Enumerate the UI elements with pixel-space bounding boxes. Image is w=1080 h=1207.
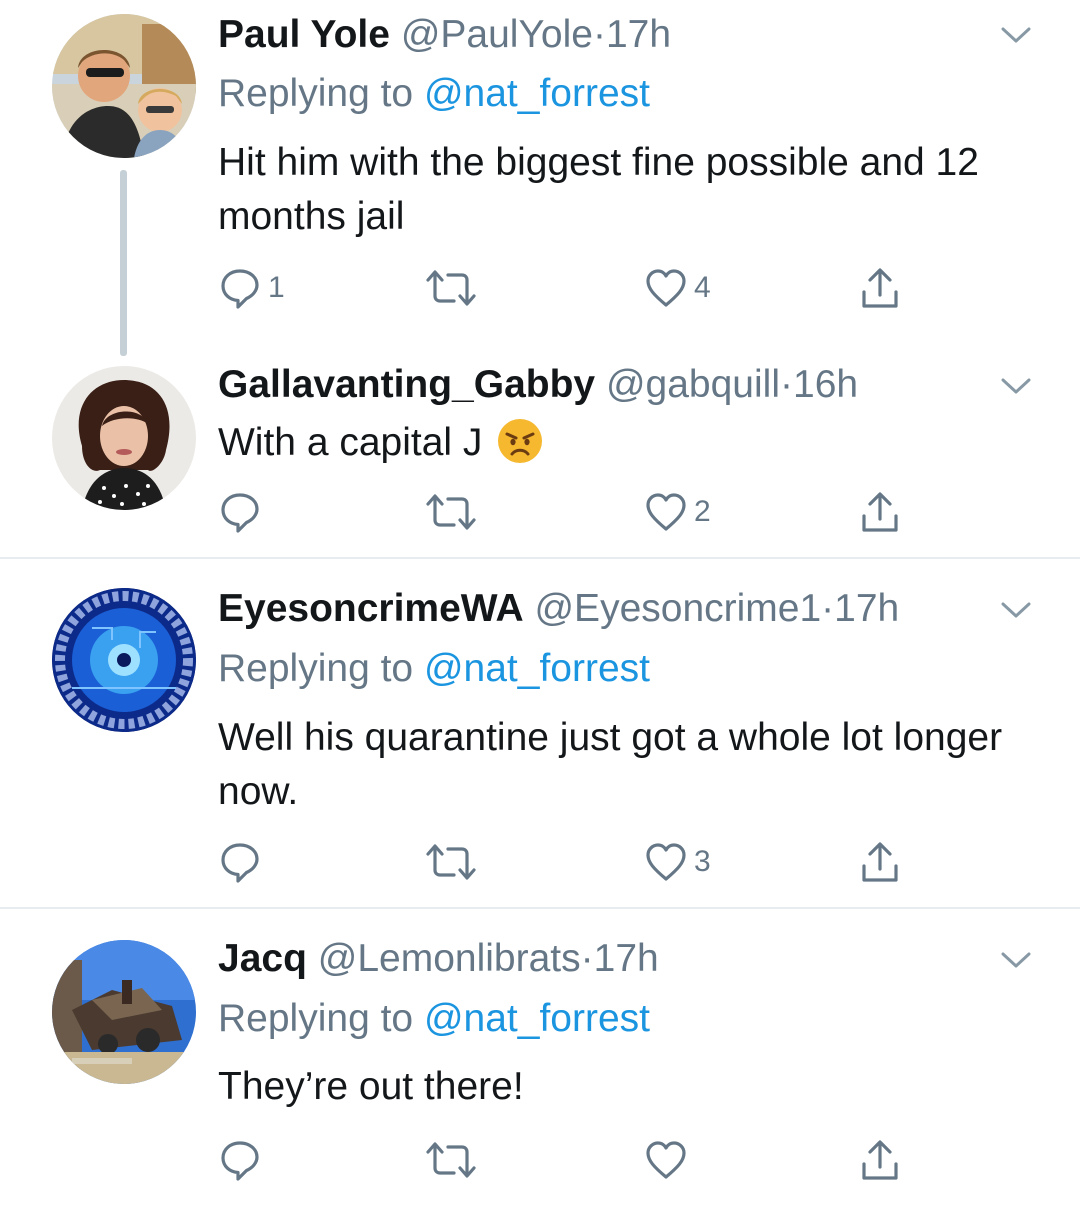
action-bar: 1 4 bbox=[218, 266, 918, 310]
timestamp[interactable]: 17h bbox=[834, 587, 899, 630]
chevron-down-icon[interactable] bbox=[1000, 25, 1032, 45]
action-bar: 2 bbox=[218, 490, 918, 534]
tweet-2[interactable]: Gallavanting_Gabby @gabquill·16h With a … bbox=[0, 360, 1080, 558]
share-button[interactable] bbox=[858, 490, 902, 534]
tweet-text: With a capital J bbox=[218, 416, 1018, 470]
mention-link[interactable]: @nat_forrest bbox=[424, 72, 650, 115]
display-name[interactable]: Gallavanting_Gabby bbox=[218, 363, 595, 406]
display-name[interactable]: Jacq bbox=[218, 937, 307, 980]
replying-label: Replying to bbox=[218, 647, 424, 690]
retweet-button[interactable] bbox=[424, 266, 484, 310]
chevron-down-icon[interactable] bbox=[1000, 600, 1032, 620]
timestamp[interactable]: 17h bbox=[606, 13, 671, 56]
retweet-icon bbox=[424, 490, 478, 534]
handle[interactable]: @PaulYole bbox=[401, 13, 593, 56]
tweet-header: Jacq @Lemonlibrats·17h bbox=[218, 936, 659, 982]
tweet-text: Well his quarantine just got a whole lot… bbox=[218, 716, 1003, 813]
tweet-3[interactable]: EyesoncrimeWA @Eyesoncrime1·17h Replying… bbox=[0, 560, 1080, 908]
display-name[interactable]: EyesoncrimeWA bbox=[218, 587, 524, 630]
share-icon bbox=[858, 490, 902, 534]
retweet-button[interactable] bbox=[424, 840, 484, 884]
action-bar: 3 bbox=[218, 840, 918, 884]
like-count: 3 bbox=[694, 845, 711, 878]
avatar[interactable] bbox=[52, 940, 196, 1084]
reply-icon bbox=[218, 490, 262, 534]
tweet-text-content: With a capital J bbox=[218, 421, 483, 464]
reply-button[interactable] bbox=[218, 840, 268, 884]
mention-link[interactable]: @nat_forrest bbox=[424, 997, 650, 1040]
avatar[interactable] bbox=[52, 588, 196, 732]
share-icon bbox=[858, 1138, 902, 1182]
like-button[interactable] bbox=[644, 1138, 694, 1182]
chevron-down-icon[interactable] bbox=[1000, 376, 1032, 396]
angry-face-emoji bbox=[498, 418, 543, 463]
tweet-header: EyesoncrimeWA @Eyesoncrime1·17h bbox=[218, 586, 899, 632]
replying-label: Replying to bbox=[218, 997, 424, 1040]
handle[interactable]: @Eyesoncrime1 bbox=[534, 587, 821, 630]
separator-dot: · bbox=[580, 937, 594, 980]
replying-to: Replying to @nat_forrest bbox=[218, 646, 650, 692]
reply-count: 1 bbox=[268, 271, 285, 304]
handle[interactable]: @gabquill bbox=[606, 363, 780, 406]
heart-icon bbox=[644, 1138, 688, 1182]
share-button[interactable] bbox=[858, 266, 902, 310]
separator-dot: · bbox=[821, 587, 835, 630]
reply-icon bbox=[218, 266, 262, 310]
avatar[interactable] bbox=[52, 14, 196, 158]
reply-icon bbox=[218, 840, 262, 884]
retweet-icon bbox=[424, 840, 478, 884]
replying-to: Replying to @nat_forrest bbox=[218, 71, 650, 117]
like-button[interactable]: 3 bbox=[644, 840, 711, 884]
thread-line bbox=[120, 170, 127, 356]
share-icon bbox=[858, 266, 902, 310]
mention-link[interactable]: @nat_forrest bbox=[424, 647, 650, 690]
reply-button[interactable] bbox=[218, 1138, 268, 1182]
action-bar bbox=[218, 1138, 918, 1182]
heart-icon bbox=[644, 266, 688, 310]
timestamp[interactable]: 16h bbox=[793, 363, 858, 406]
share-button[interactable] bbox=[858, 840, 902, 884]
heart-icon bbox=[644, 840, 688, 884]
reply-button[interactable]: 1 bbox=[218, 266, 285, 310]
tweet-header: Gallavanting_Gabby @gabquill·16h bbox=[218, 362, 858, 408]
avatar[interactable] bbox=[52, 366, 196, 510]
divider bbox=[0, 907, 1080, 909]
replying-label: Replying to bbox=[218, 72, 424, 115]
share-icon bbox=[858, 840, 902, 884]
separator-dot: · bbox=[780, 363, 793, 406]
like-count: 2 bbox=[694, 495, 711, 528]
reply-button[interactable] bbox=[218, 490, 268, 534]
timestamp[interactable]: 17h bbox=[594, 937, 659, 980]
retweet-icon bbox=[424, 266, 478, 310]
reply-icon bbox=[218, 1138, 262, 1182]
like-count: 4 bbox=[694, 271, 711, 304]
replying-to: Replying to @nat_forrest bbox=[218, 996, 650, 1042]
retweet-button[interactable] bbox=[424, 1138, 484, 1182]
display-name[interactable]: Paul Yole bbox=[218, 13, 390, 56]
tweet-text: Hit him with the biggest fine possible a… bbox=[218, 141, 979, 238]
retweet-button[interactable] bbox=[424, 490, 484, 534]
retweet-icon bbox=[424, 1138, 478, 1182]
chevron-down-icon[interactable] bbox=[1000, 950, 1032, 970]
like-button[interactable]: 4 bbox=[644, 266, 711, 310]
tweet-1[interactable]: Paul Yole @PaulYole·17h Replying to @nat… bbox=[0, 0, 1080, 360]
handle[interactable]: @Lemonlibrats bbox=[318, 937, 581, 980]
tweet-4[interactable]: Jacq @Lemonlibrats·17h Replying to @nat_… bbox=[0, 910, 1080, 1207]
heart-icon bbox=[644, 490, 688, 534]
divider bbox=[0, 557, 1080, 559]
share-button[interactable] bbox=[858, 1138, 902, 1182]
tweet-header: Paul Yole @PaulYole·17h bbox=[218, 12, 671, 58]
like-button[interactable]: 2 bbox=[644, 490, 711, 534]
separator-dot: · bbox=[592, 13, 606, 56]
tweet-text: They’re out there! bbox=[218, 1065, 524, 1108]
